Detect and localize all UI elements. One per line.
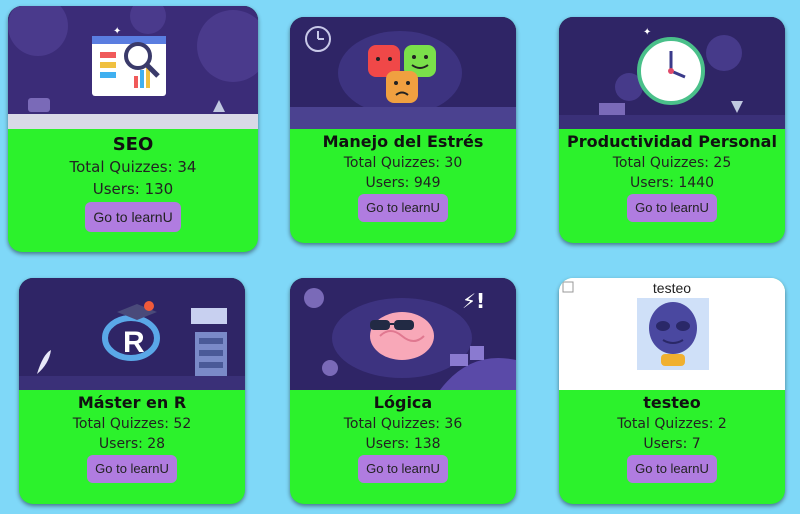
go-to-learnu-button[interactable]: Go to learnU <box>358 455 448 483</box>
go-to-learnu-button[interactable]: Go to learnU <box>627 194 717 222</box>
course-title: testeo <box>643 393 701 412</box>
svg-text:✦: ✦ <box>113 26 121 37</box>
users-count: Users: 949 <box>365 175 441 191</box>
course-card-manejo-del-estres: Manejo del Estrés Total Quizzes: 30 User… <box>290 17 516 243</box>
users-count: Users: 1440 <box>630 175 714 191</box>
stress-banner-image <box>290 17 516 129</box>
svg-text:⚡!: ⚡! <box>462 289 485 313</box>
seo-banner-image: ✦ <box>8 6 258 129</box>
total-quizzes: Total Quizzes: 36 <box>343 416 463 432</box>
course-title: Lógica <box>373 393 433 412</box>
course-title: Manejo del Estrés <box>322 132 484 151</box>
users-count: Users: 130 <box>92 180 174 198</box>
productivity-banner-image: ✦ <box>559 17 785 129</box>
total-quizzes: Total Quizzes: 25 <box>612 155 732 171</box>
go-to-learnu-button[interactable]: Go to learnU <box>358 194 448 222</box>
total-quizzes: Total Quizzes: 52 <box>72 416 192 432</box>
course-card-seo: ✦ SEO Total Quizzes: 34 Users: 130 Go to… <box>8 6 258 252</box>
course-card-testeo: testeo testeo Total Quizzes: 2 Users: 7 … <box>559 278 785 504</box>
r-course-banner-image: R <box>19 278 245 390</box>
course-card-master-en-r: R Máster en R Total Quizzes: 52 Users: 2… <box>19 278 245 504</box>
total-quizzes: Total Quizzes: 2 <box>617 416 727 432</box>
go-to-learnu-button[interactable]: Go to learnU <box>87 455 177 483</box>
svg-text:R: R <box>123 326 145 359</box>
users-count: Users: 7 <box>643 436 701 452</box>
course-title: Máster en R <box>77 393 187 412</box>
testeo-image-area: testeo <box>559 278 785 390</box>
broken-image-alt-text: testeo <box>652 280 692 296</box>
course-card-logica: ⚡! Lógica Total Quizzes: 36 Users: 138 G… <box>290 278 516 504</box>
go-to-learnu-button[interactable]: Go to learnU <box>627 455 717 483</box>
logic-banner-image: ⚡! <box>290 278 516 390</box>
course-title: SEO <box>112 134 154 155</box>
total-quizzes: Total Quizzes: 34 <box>69 158 197 176</box>
go-to-learnu-button[interactable]: Go to learnU <box>85 202 181 232</box>
course-card-productividad-personal: ✦ Productividad Personal Total Quizzes: … <box>559 17 785 243</box>
users-count: Users: 28 <box>98 436 166 452</box>
total-quizzes: Total Quizzes: 30 <box>343 155 463 171</box>
users-count: Users: 138 <box>365 436 441 452</box>
svg-text:✦: ✦ <box>643 27 651 38</box>
course-title: Productividad Personal <box>567 132 777 151</box>
